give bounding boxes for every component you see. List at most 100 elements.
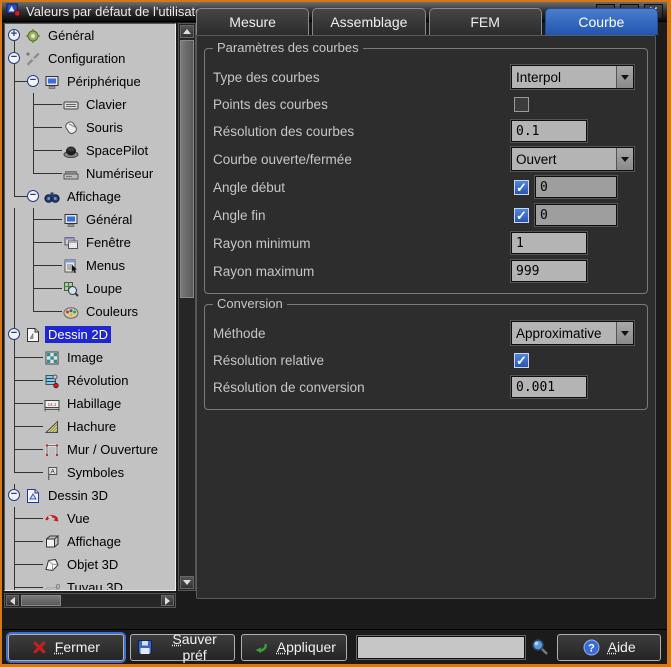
tree-item-label[interactable]: Symboles [64,464,127,481]
tree-item-label[interactable]: Général [83,211,135,228]
type-des-courbes-value: Interpol [512,70,616,85]
rayon-maximum-input[interactable]: 999 [511,260,587,282]
tree-item-label[interactable]: Habillage [64,395,124,412]
tree-item-dessin-3d[interactable]: − Dessin 3D [5,484,175,507]
methode-select[interactable]: Approximative [511,321,634,345]
imagegrid-icon [44,350,60,366]
points-des-courbes-checkbox[interactable] [514,97,529,112]
tree-item-menus[interactable]: Menus [5,254,175,277]
expander-minus-icon[interactable]: − [8,489,20,501]
rayon-minimum-label: Rayon minimum [213,236,511,251]
angle-fin-checkbox[interactable] [514,208,529,223]
tree-item-label[interactable]: Loupe [83,280,125,297]
resolution-des-courbes-input[interactable]: 0.1 [511,120,587,142]
form-row-resolution-des-courbes: Résolution des courbes0.1 [213,117,639,145]
search-icon[interactable] [531,638,549,656]
tree-item-general-affichage[interactable]: Général [5,208,175,231]
tree-item-label[interactable]: Révolution [64,372,131,389]
tree-item-label[interactable]: Affichage [64,533,124,550]
scroll-left-button[interactable] [6,595,19,606]
tree-line [5,346,24,369]
tab-courbe[interactable]: Courbe [545,8,658,35]
tree-item-label[interactable]: Général [45,27,97,44]
tab-assemblage[interactable]: Assemblage [312,8,425,35]
tree-item-souris[interactable]: Souris [5,116,175,139]
tree-item-label[interactable]: Clavier [83,96,129,113]
tree-item-mur-ouverture[interactable]: Mur / Ouverture [5,438,175,461]
tree-item-label[interactable]: Configuration [45,50,128,67]
tree-item-label[interactable]: SpacePilot [83,142,151,159]
tree-item-objet-3d[interactable]: Objet 3D [5,553,175,576]
tree-item-vue[interactable]: Vue [5,507,175,530]
tab-fem[interactable]: FEM [429,8,542,35]
scroll-down-button[interactable] [180,576,194,589]
tree-node-cell [24,576,43,591]
tree-item-fenetre[interactable]: Fenêtre [5,231,175,254]
scroll-right-button[interactable] [161,595,174,606]
tree-item-label[interactable]: Mur / Ouverture [64,441,161,458]
tree-item-peripherique[interactable]: − Périphérique [5,70,175,93]
tree-item-dessin-2d[interactable]: − Dessin 2D [5,323,175,346]
sauver-pref-button[interactable]: Sauver préf [130,634,236,661]
tab-mesure[interactable]: Mesure [196,8,309,35]
type-des-courbes-select[interactable]: Interpol [511,65,634,89]
vertical-scroll-thumb[interactable] [180,40,194,298]
tree-item-label[interactable]: Couleurs [83,303,141,320]
tree-vertical-scrollbar[interactable] [178,23,196,591]
expander-plus-icon[interactable]: + [8,29,20,41]
tree-item-numeriseur[interactable]: Numériseur [5,162,175,185]
aide-button[interactable]: ? Aide [557,634,661,661]
tree-item-label[interactable]: Affichage [64,188,124,205]
palette-icon [63,304,79,320]
revolution-icon [44,373,60,389]
tree-item-symboles[interactable]: ASymboles [5,461,175,484]
tree-item-affichage[interactable]: − Affichage [5,185,175,208]
chevron-down-icon[interactable] [616,148,633,170]
rayon-minimum-input[interactable]: 1 [511,232,587,254]
appliquer-button[interactable]: Appliquer [241,634,347,661]
chevron-down-icon[interactable] [616,66,633,88]
tree-item-revolution[interactable]: Révolution [5,369,175,392]
tree-item-label[interactable]: Tuyau 3D [64,579,126,591]
tree-item-configuration[interactable]: − Configuration [5,47,175,70]
courbe-ouverte-fermee-select[interactable]: Ouvert [511,147,634,171]
tree-item-clavier[interactable]: Clavier [5,93,175,116]
tree-item-couleurs[interactable]: Couleurs [5,300,175,323]
tree-item-affichage-3d[interactable]: Affichage [5,530,175,553]
tree-item-label[interactable]: Numériseur [83,165,156,182]
tree-item-label[interactable]: Vue [64,510,93,527]
horizontal-scroll-thumb[interactable] [21,595,61,606]
settings-tree[interactable]: +Général−Configuration−PériphériqueClavi… [4,23,176,591]
expander-minus-icon[interactable]: − [8,328,20,340]
tree-item-hachure[interactable]: Hachure [5,415,175,438]
tree-item-label[interactable]: Menus [83,257,128,274]
tree-item-label[interactable]: Souris [83,119,126,136]
tree-item-label[interactable]: Dessin 3D [45,487,111,504]
scroll-up-button[interactable] [180,25,194,38]
tree-item-loupe[interactable]: Loupe [5,277,175,300]
tree-horizontal-scrollbar[interactable] [4,593,176,608]
angle-fin-input[interactable]: 0 [535,204,617,226]
tree-item-label[interactable]: Fenêtre [83,234,134,251]
tree-item-label[interactable]: Hachure [64,418,119,435]
angle-debut-input[interactable]: 0 [535,176,617,198]
tree-item-tuyau-3d[interactable]: Tuyau 3D [5,576,175,591]
expander-minus-icon[interactable]: − [8,52,20,64]
chevron-down-icon[interactable] [616,322,633,344]
tree-item-general[interactable]: + Général [5,24,175,47]
angle-debut-checkbox[interactable] [514,180,529,195]
methode-value: Approximative [512,326,616,341]
tree-item-habillage[interactable]: 14.1Habillage [5,392,175,415]
tree-item-label[interactable]: Périphérique [64,73,144,90]
resolution-de-conversion-input[interactable]: 0.001 [511,376,587,398]
tree-item-label[interactable]: Image [64,349,106,366]
tree-item-spacepilot[interactable]: SpacePilot [5,139,175,162]
expander-minus-icon[interactable]: − [27,75,39,87]
expander-minus-icon[interactable]: − [27,190,39,202]
tree-item-image[interactable]: Image [5,346,175,369]
resolution-relative-checkbox[interactable] [514,353,529,368]
fermer-button[interactable]: Fermer [8,634,124,661]
tree-item-label[interactable]: Objet 3D [64,556,121,573]
search-input[interactable] [357,636,525,659]
tree-item-label[interactable]: Dessin 2D [45,326,111,343]
